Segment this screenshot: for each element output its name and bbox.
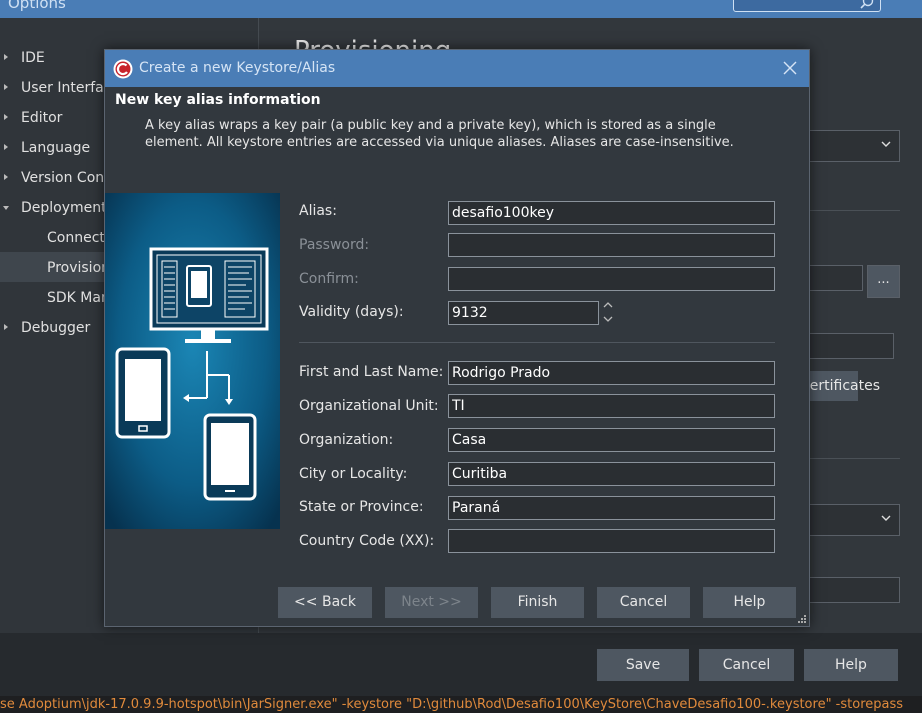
country-code-field[interactable]	[448, 529, 775, 553]
organizational-unit-field[interactable]	[448, 394, 775, 418]
confirm-password-field[interactable]	[448, 267, 775, 291]
tree-item-language[interactable]: Language	[0, 133, 104, 163]
chevron-right-icon	[4, 54, 8, 60]
chevron-down-icon	[881, 515, 891, 521]
app-logo-icon	[113, 59, 133, 79]
search-icon	[860, 0, 874, 9]
increment-arrow-icon[interactable]	[602, 300, 614, 310]
dialog-title-bar: Create a new Keystore/Alias	[105, 50, 809, 87]
tree-item-version-control[interactable]: Version Control	[0, 163, 104, 193]
org-unit-label: Organizational Unit:	[299, 398, 439, 414]
form-divider	[299, 342, 775, 343]
tree-item-user-interface[interactable]: User Interface	[0, 73, 104, 103]
browse-button[interactable]: ...	[867, 265, 900, 298]
chevron-right-icon	[4, 84, 8, 90]
create-keystore-dialog: Create a new Keystore/Alias New key alia…	[104, 49, 810, 627]
validity-days-field[interactable]	[448, 301, 599, 325]
country-label: Country Code (XX):	[299, 533, 435, 549]
validity-label: Validity (days):	[299, 304, 404, 320]
chevron-down-icon	[3, 206, 9, 210]
tree-item-ide[interactable]: IDE	[0, 43, 104, 73]
close-icon[interactable]	[783, 61, 797, 75]
resize-grip-icon[interactable]	[796, 613, 806, 623]
header-title: New key alias information	[115, 92, 321, 108]
city-field[interactable]	[448, 462, 775, 486]
tree-item-connection[interactable]: Connection	[0, 223, 104, 253]
tree-item-deployment[interactable]: Deployment	[0, 193, 104, 223]
back-button[interactable]: << Back	[278, 587, 372, 618]
confirm-label: Confirm:	[299, 271, 359, 287]
alias-label: Alias:	[299, 203, 337, 219]
divider	[800, 458, 900, 459]
state-label: State or Province:	[299, 499, 424, 515]
organization-label: Organization:	[299, 432, 394, 448]
tree-item-provisioning[interactable]: Provisioning	[0, 253, 104, 283]
help-button[interactable]: Help	[804, 649, 898, 681]
chevron-right-icon	[4, 114, 8, 120]
dialog-help-button[interactable]: Help	[703, 587, 796, 618]
password-label: Password:	[299, 237, 370, 253]
organization-field[interactable]	[448, 428, 775, 452]
password-field[interactable]	[448, 233, 775, 257]
devices-illustration	[105, 193, 280, 529]
cancel-button[interactable]: Cancel	[699, 649, 794, 681]
dialog-title: Create a new Keystore/Alias	[139, 60, 336, 76]
header-description: A key alias wraps a key pair (a public k…	[145, 118, 734, 150]
dialog-header: New key alias information A key alias wr…	[105, 87, 809, 193]
divider	[800, 210, 900, 211]
tree-item-editor[interactable]: Editor	[0, 103, 104, 133]
state-field[interactable]	[448, 496, 775, 520]
finish-button[interactable]: Finish	[491, 587, 584, 618]
console-output-line: se Adoptium\jdk-17.0.9.9-hotspot\bin\Jar…	[0, 696, 922, 713]
tree-item-sdk-manager[interactable]: SDK Manager	[0, 283, 104, 313]
next-button[interactable]: Next >>	[385, 587, 478, 618]
save-button[interactable]: Save	[597, 649, 689, 681]
city-label: City or Locality:	[299, 466, 408, 482]
chevron-right-icon	[4, 324, 8, 330]
tree-item-debugger[interactable]: Debugger	[0, 313, 104, 343]
chevron-down-icon	[881, 141, 891, 147]
chevron-right-icon	[4, 174, 8, 180]
options-window-title: Options	[8, 0, 66, 12]
dialog-cancel-button[interactable]: Cancel	[597, 587, 690, 618]
options-search-input[interactable]	[733, 0, 881, 12]
name-label: First and Last Name:	[299, 364, 444, 380]
alias-field[interactable]	[448, 201, 775, 225]
chevron-right-icon	[4, 144, 8, 150]
decrement-arrow-icon[interactable]	[602, 314, 614, 324]
first-last-name-field[interactable]	[448, 361, 775, 385]
